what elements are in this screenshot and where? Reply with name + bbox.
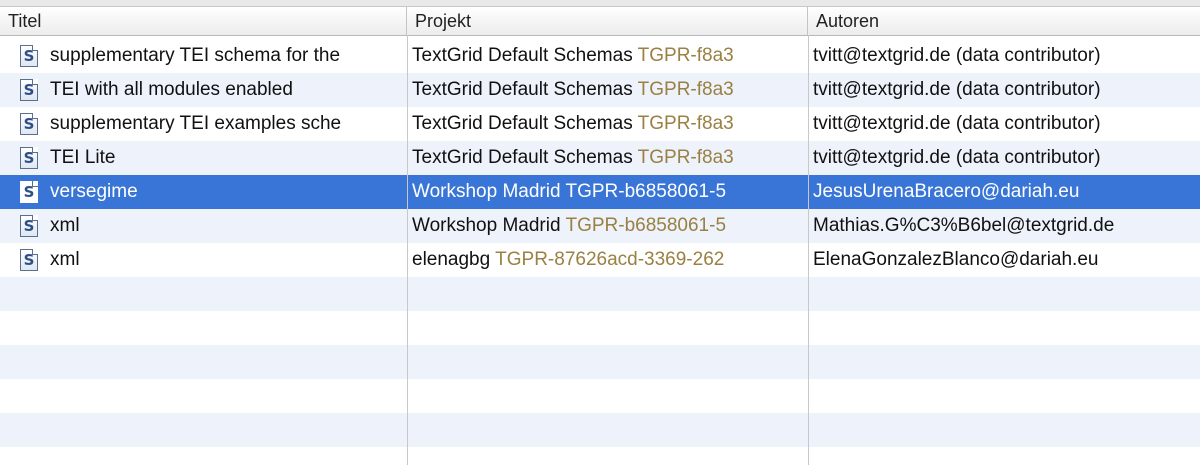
table-row[interactable]: Sversegime Workshop Madrid TGPR-b6858061-… bbox=[0, 175, 1200, 209]
title-cell: xml bbox=[50, 215, 80, 236]
project-id: TGPR-f8a3 bbox=[637, 147, 734, 168]
project-name: Workshop Madrid bbox=[412, 181, 561, 202]
table-top-edge bbox=[0, 0, 1200, 7]
author-cell: tvitt@textgrid.de (data contributor) bbox=[813, 45, 1101, 66]
title-cell: supplementary TEI schema for the bbox=[50, 45, 341, 66]
project-id: TGPR-b6858061-5 bbox=[565, 215, 727, 236]
title-cell: TEI with all modules enabled bbox=[50, 79, 293, 100]
empty-table-row bbox=[0, 311, 1200, 345]
title-cell: supplementary TEI examples sche bbox=[50, 113, 342, 134]
empty-table-row bbox=[0, 447, 1200, 465]
project-name: TextGrid Default Schemas bbox=[412, 147, 633, 168]
column-divider bbox=[808, 35, 809, 465]
project-id: TGPR-87626acd-3369-262 bbox=[495, 249, 725, 270]
title-cell: xml bbox=[50, 249, 80, 270]
table-row[interactable]: S TEI Lite TextGrid Default Schemas TGPR-f… bbox=[0, 141, 1200, 175]
table-row[interactable]: Ssupplementary TEI examples sche TextGrid… bbox=[0, 107, 1200, 141]
project-cell: elenagbg TGPR-87626acd-3369-262 bbox=[407, 243, 808, 277]
empty-table-row bbox=[0, 277, 1200, 311]
title-cell: TEI Lite bbox=[50, 147, 116, 168]
project-name: elenagbg bbox=[412, 249, 491, 270]
author-cell: tvitt@textgrid.de (data contributor) bbox=[813, 113, 1101, 134]
table-row[interactable]: Sxml Workshop Madrid TGPR-b6858061-5 Mathi… bbox=[0, 209, 1200, 243]
column-header-titel[interactable]: Titel bbox=[0, 7, 407, 35]
project-cell: TextGrid Default Schemas TGPR-f8a3 bbox=[407, 73, 808, 107]
title-cell: versegime bbox=[50, 181, 138, 202]
table-row[interactable]: S TEI with all modules enabled TextGrid De… bbox=[0, 73, 1200, 107]
project-id: TGPR-b6858061-5 bbox=[565, 181, 727, 202]
author-cell: Mathias.G%C3%B6bel@textgrid.de bbox=[813, 215, 1115, 236]
empty-table-row bbox=[0, 413, 1200, 447]
author-cell: ElenaGonzalezBlanco@dariah.eu bbox=[813, 249, 1099, 270]
project-id: TGPR-f8a3 bbox=[637, 79, 734, 100]
author-cell: JesusUrenaBracero@dariah.eu bbox=[813, 181, 1080, 202]
table-row[interactable]: Sxml elenagbg TGPR-87626acd-3369-262 Elena… bbox=[0, 243, 1200, 277]
column-header-autoren[interactable]: Autoren bbox=[808, 7, 1200, 35]
empty-table-row bbox=[0, 345, 1200, 379]
empty-table-row bbox=[0, 379, 1200, 413]
project-cell: Workshop Madrid TGPR-b6858061-5 bbox=[407, 175, 808, 209]
project-id: TGPR-f8a3 bbox=[637, 113, 734, 134]
object-table: Titel Projekt Autoren Ssupplementary TEI… bbox=[0, 0, 1200, 465]
author-cell: tvitt@textgrid.de (data contributor) bbox=[813, 79, 1101, 100]
project-name: Workshop Madrid bbox=[412, 215, 561, 236]
column-divider bbox=[407, 35, 408, 465]
project-cell: TextGrid Default Schemas TGPR-f8a3 bbox=[407, 107, 808, 141]
project-cell: TextGrid Default Schemas TGPR-f8a3 bbox=[407, 39, 808, 73]
project-cell: Workshop Madrid TGPR-b6858061-5 bbox=[407, 209, 808, 243]
author-cell: tvitt@textgrid.de (data contributor) bbox=[813, 147, 1101, 168]
project-name: TextGrid Default Schemas bbox=[412, 45, 633, 66]
table-header: Titel Projekt Autoren bbox=[0, 7, 1200, 36]
table-row[interactable]: Ssupplementary TEI schema for the TextGri… bbox=[0, 39, 1200, 73]
project-id: TGPR-f8a3 bbox=[637, 45, 734, 66]
project-name: TextGrid Default Schemas bbox=[412, 79, 633, 100]
table-body: Ssupplementary TEI schema for the TextGri… bbox=[0, 39, 1200, 465]
project-name: TextGrid Default Schemas bbox=[412, 113, 633, 134]
project-cell: TextGrid Default Schemas TGPR-f8a3 bbox=[407, 141, 808, 175]
column-header-projekt[interactable]: Projekt bbox=[407, 7, 808, 35]
